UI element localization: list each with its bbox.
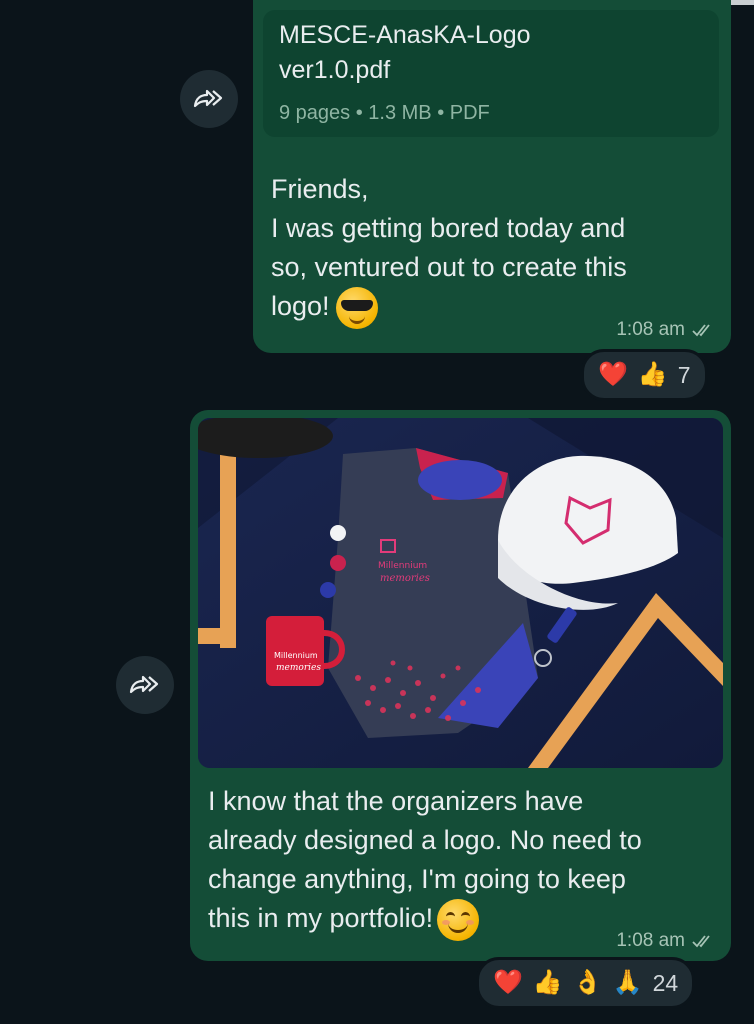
smiling-face-emoji-icon [437,899,480,941]
ok-hand-reaction-icon: 👌 [572,969,603,996]
forward-button[interactable] [180,70,238,128]
forward-button[interactable] [116,656,174,714]
forward-icon [129,675,159,694]
document-name: MESCE-AnasKA-Logo ver1.0.pdf [279,21,531,84]
folded-hands-reaction-icon: 🙏 [612,969,643,996]
reactions-pill[interactable]: ❤️ 👍 👌 🙏 24 [476,957,696,1009]
reactions-pill[interactable]: ❤️ 👍 7 [581,349,708,401]
message-time: 1:08 am [616,319,715,341]
heart-reaction-icon: ❤️ [493,969,523,996]
message-bubble[interactable]: Millennium memories Millennium memories … [190,410,731,961]
reaction-count: 24 [652,969,679,996]
mug-brand-text: Millennium [274,651,318,660]
message-text: Friends, I was getting bored today and s… [271,170,711,329]
image-attachment[interactable]: Millennium memories Millennium memories [198,418,723,768]
document-attachment[interactable]: MESCE-AnasKA-Logo ver1.0.pdf 9 pages • 1… [263,10,719,137]
double-check-icon [692,324,710,337]
message-time: 1:08 am [616,930,715,952]
message-text: I know that the organizers have already … [208,782,723,941]
heart-reaction-icon: ❤️ [598,361,628,388]
reaction-count: 7 [677,361,691,388]
shirt-brand-subtext: memories [380,573,430,584]
merchandise-photo: Millennium memories Millennium memories [198,418,723,768]
message-bubble[interactable]: MESCE-AnasKA-Logo ver1.0.pdf 9 pages • 1… [253,0,731,353]
thumbs-up-reaction-icon: 👍 [637,361,668,388]
forward-icon [193,89,223,108]
thumbs-up-reaction-icon: 👍 [532,969,563,996]
mug-brand-subtext: memories [276,663,321,673]
sunglasses-emoji-icon [335,287,378,329]
shirt-brand-text: Millennium [378,561,427,571]
document-meta: 9 pages • 1.3 MB • PDF [279,102,490,124]
double-check-icon [692,935,710,948]
